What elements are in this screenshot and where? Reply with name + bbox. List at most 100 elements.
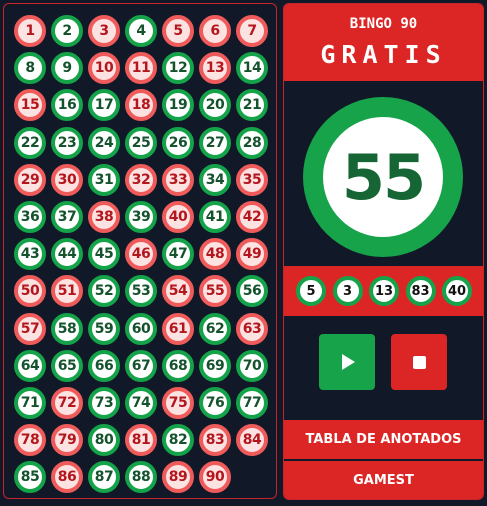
board-ball: 46 (125, 238, 157, 271)
play-button[interactable] (319, 334, 375, 390)
board-ball: 80 (88, 424, 120, 457)
board-ball: 19 (162, 89, 194, 122)
board-ball: 48 (199, 238, 231, 271)
game-title: GRATIS (320, 40, 447, 69)
board-ball: 18 (125, 89, 157, 122)
board-ball: 3 (88, 15, 120, 47)
board-ball: 56 (236, 275, 268, 308)
board-ball: 5 (162, 15, 194, 47)
board-ball: 27 (199, 126, 231, 159)
board-ball: 38 (88, 201, 120, 233)
recent-ball: 40 (442, 276, 472, 306)
board-ball: 39 (125, 201, 157, 233)
board-ball: 9 (51, 52, 83, 85)
board-ball: 6 (199, 15, 231, 47)
board-ball: 69 (199, 349, 231, 382)
board-ball: 59 (88, 312, 120, 345)
board-ball: 31 (88, 163, 120, 196)
board-ball: 79 (51, 424, 83, 457)
board-ball: 54 (162, 275, 194, 308)
board-ball: 67 (125, 349, 157, 382)
board-ball: 23 (51, 126, 83, 159)
gamest-button[interactable]: GAMEST (284, 461, 483, 499)
board-ball: 90 (199, 461, 231, 494)
current-ball-number: 55 (323, 117, 443, 237)
board-ball: 37 (51, 201, 83, 233)
board-ball: 30 (51, 163, 83, 196)
recent-balls: 5 3 13 83 40 (284, 266, 483, 316)
board-ball: 4 (125, 15, 157, 47)
board-ball: 15 (14, 89, 46, 122)
board-ball: 84 (236, 424, 268, 457)
board-ball: 89 (162, 461, 194, 494)
game-header: BINGO 90 GRATIS (284, 4, 483, 81)
board-ball: 32 (125, 163, 157, 196)
board-ball: 64 (14, 349, 46, 382)
board-ball: 71 (14, 387, 46, 419)
game-panel: BINGO 90 GRATIS 55 5 3 13 83 40 TABLA DE ANO… (283, 3, 484, 500)
board-ball: 11 (125, 52, 157, 85)
board-ball: 2 (51, 15, 83, 47)
board-ball: 24 (88, 126, 120, 159)
recent-ball: 83 (405, 276, 436, 306)
board-ball: 26 (162, 126, 194, 159)
board-ball: 8 (14, 52, 46, 85)
board-ball: 65 (51, 349, 83, 382)
board-ball: 51 (51, 275, 83, 308)
board-ball: 43 (14, 238, 46, 271)
board-ball: 70 (236, 349, 268, 382)
board-ball: 34 (199, 163, 231, 196)
board-ball: 72 (51, 387, 83, 419)
board-ball: 60 (125, 312, 157, 345)
board-ball: 81 (125, 424, 157, 457)
board-ball: 57 (14, 312, 46, 345)
game-subtitle: BINGO 90 (349, 16, 418, 32)
board-ball: 35 (236, 163, 268, 196)
board-ball: 17 (88, 89, 120, 122)
recent-ball: 5 (296, 276, 326, 306)
board-ball: 78 (14, 424, 46, 457)
board-ball: 83 (199, 424, 231, 457)
board-ball: 12 (162, 52, 194, 85)
stop-button[interactable] (391, 334, 447, 390)
board-ball: 85 (14, 461, 46, 494)
board-ball: 49 (236, 238, 268, 271)
board-ball: 42 (236, 201, 268, 233)
board-ball: 21 (236, 89, 268, 122)
board-ball: 63 (236, 312, 268, 345)
board-ball: 86 (51, 461, 83, 494)
board-ball: 22 (14, 126, 46, 159)
board-ball: 76 (199, 387, 231, 419)
board-ball: 68 (162, 349, 194, 382)
recent-ball: 13 (369, 276, 399, 306)
board-ball: 1 (14, 15, 46, 47)
board-ball: 44 (51, 238, 83, 271)
bingo-board: 1 2 3 4 5 6 7 8 9 10 11 12 13 14 15 16 17 18 19 20 21 22 23 24 2… (3, 3, 277, 499)
board-ball: 75 (162, 387, 194, 419)
board-ball: 74 (125, 387, 157, 419)
board-ball: 87 (88, 461, 120, 494)
board-ball: 55 (199, 275, 231, 308)
board-ball: 20 (199, 89, 231, 122)
tabla-de-anotados-button[interactable]: TABLA DE ANOTADOS (284, 420, 483, 459)
board-ball: 82 (162, 424, 194, 457)
board-ball: 10 (88, 52, 120, 85)
board-ball: 52 (88, 275, 120, 308)
board-ball: 14 (236, 52, 268, 85)
board-ball: 36 (14, 201, 46, 233)
board-ball: 53 (125, 275, 157, 308)
board-ball: 40 (162, 201, 194, 233)
board-ball: 13 (199, 52, 231, 85)
board-ball: 58 (51, 312, 83, 345)
board-ball: 7 (236, 15, 268, 47)
current-ball: 55 (303, 97, 463, 257)
board-ball: 25 (125, 126, 157, 159)
board-ball: 16 (51, 89, 83, 122)
board-ball: 62 (199, 312, 231, 345)
play-icon (342, 354, 355, 370)
board-ball: 88 (125, 461, 157, 494)
board-ball: 50 (14, 275, 46, 308)
board-ball: 41 (199, 201, 231, 233)
board-ball: 28 (236, 126, 268, 159)
board-ball: 47 (162, 238, 194, 271)
